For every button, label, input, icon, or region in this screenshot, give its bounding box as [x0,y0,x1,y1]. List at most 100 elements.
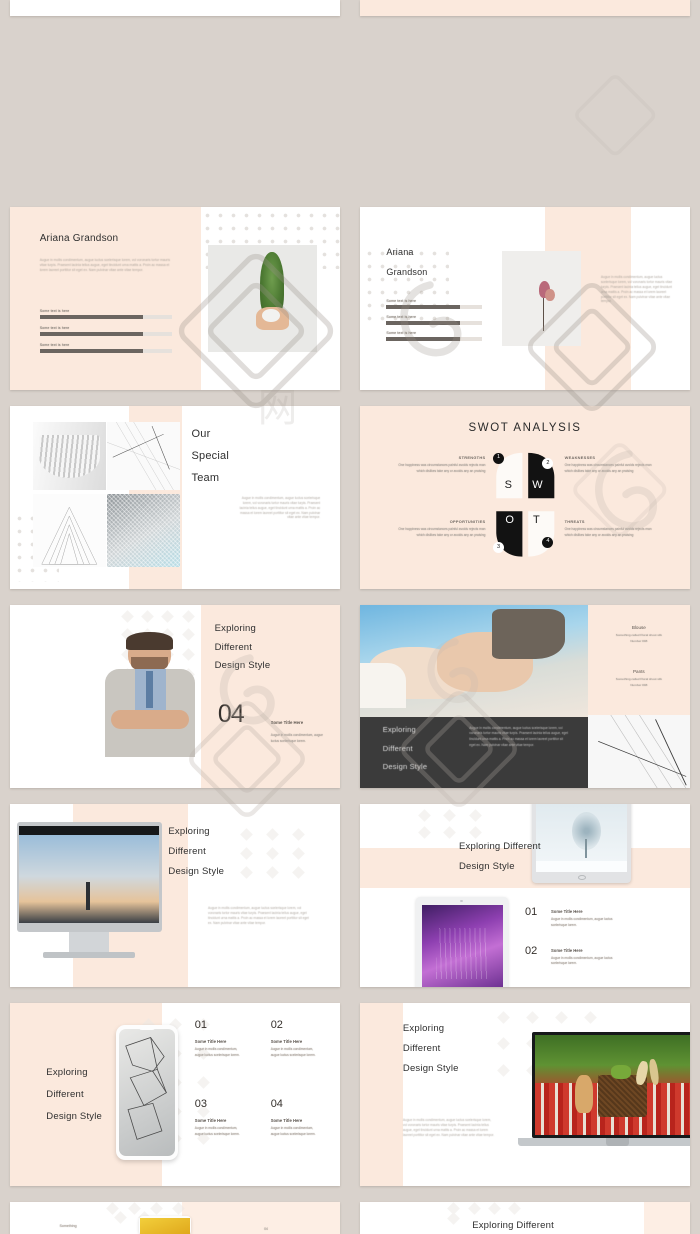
slide-image-businessman [99,632,201,757]
swot-heading: OPPORTUNITIES [449,519,486,525]
swot-letter-t: T [532,513,540,526]
slide-image-pyramid [33,493,106,568]
slide-title: Ariana Grandson [39,232,119,244]
side-item-desc: Something called Floral shoot silk [615,676,662,681]
slide-image-phone [115,1024,179,1161]
slide-cell[interactable]: Exploring Different Design Style Augue i… [350,597,700,796]
slide-partial-top-peach[interactable] [360,0,690,16]
slide-our-special-team[interactable]: Our Special Team Augue in mollis condime… [10,406,340,589]
swot-letter-o: O [505,513,514,526]
item-title: Some Title Here [270,1118,303,1124]
peach-band [360,847,690,889]
item-number: 01 [194,1019,208,1032]
slide-title-line1: Exploring [168,825,210,837]
slide-title-line3: Design Style [402,1063,459,1075]
slide-cell[interactable]: Exploring Different [350,1194,700,1234]
progress-bar-item: Some text is here [386,298,483,309]
slide-partial-bottom-exploring[interactable]: Exploring Different [360,1202,690,1234]
slide-swot-analysis[interactable]: SWOT ANALYSIS STRENGTHS One happiness wa… [360,406,690,589]
slide-imac[interactable]: Exploring Different Design Style Augue i… [10,804,340,987]
swot-badge-1: 1 [493,452,505,464]
slide-cell[interactable]: Our Special Team Augue in mollis condime… [0,398,350,597]
swot-letter-w: W [532,478,543,491]
slide-cell[interactable]: Ariana Grandson Some text is here Some t… [350,199,700,398]
slide-cell[interactable]: Exploring Different Design Style Augue i… [0,796,350,995]
swot-heading: STRENGTHS [458,455,486,461]
slide-cell[interactable] [350,0,700,20]
slide-sub-body: Augue in mollis condimentum, augue luctu… [270,733,323,743]
swot-quadrant-threats: THREATS One happiness was circumstances … [565,519,661,538]
slide-cell[interactable]: Exploring Different Design Style 04 Some… [0,597,350,796]
side-item-name: Pants [632,668,645,674]
slide-big-number: 04 [217,700,245,729]
side-item: Blouse Something called Floral shoot sil… [588,625,690,643]
item-title: Some Title Here [551,909,583,915]
item-body: Augue in mollis condimentum, augue luctu… [551,955,613,966]
swot-body: One happiness was circumstances painful … [398,463,486,473]
slide-handshake[interactable]: Exploring Different Design Style Augue i… [360,605,690,788]
swot-body: One happiness was circumstances painful … [564,527,652,538]
swot-quadrant-strengths: STRENGTHS One happiness was circumstance… [390,455,486,474]
swot-heading: THREATS [564,519,585,525]
slide-image-tablet-winter [531,804,631,883]
item-number: 04 [270,1098,283,1111]
list-item: 03 Some Title Here Augue in mollis condi… [195,1098,243,1137]
imac-neck [69,932,109,953]
slide-laptop[interactable]: Exploring Different Design Style Augue i… [360,1003,690,1186]
item-body: Augue in mollis condimentum, augue luctu… [270,1126,316,1136]
swot-letter-s: S [504,478,512,491]
slide-tablets[interactable]: Exploring Different Design Style 01 Some… [360,804,690,987]
swot-body: One happiness was circumstances painful … [398,527,486,538]
slide-title: Exploring Different [472,1219,554,1231]
progress-bar-item: Some text is here [386,331,483,341]
slide-partial-bottom-something[interactable]: Something 04 [10,1202,340,1234]
list-item: 04 Some Title Here Augue in mollis condi… [271,1098,319,1137]
progress-bar-label: Some text is here [39,326,70,331]
slide-partial-top-white[interactable] [10,0,340,16]
slide-image-cypress [208,245,317,352]
slide-title-line2: Different [402,1043,441,1055]
item-number: 02 [525,944,538,957]
slide-cell[interactable]: SWOT ANALYSIS STRENGTHS One happiness wa… [350,398,700,597]
slide-title-line1: Exploring [46,1067,88,1079]
slide-cell[interactable]: Something 04 [0,1194,350,1234]
progress-bar-item: Some text is here [39,343,172,354]
partial-label: Something [59,1224,77,1229]
slide-title-line2: Different [382,743,413,753]
item-body: Augue in mollis condimentum, augue luctu… [270,1047,316,1058]
side-item-name: Blouse [631,624,646,630]
item-body: Augue in mollis condimentum, augue luctu… [194,1126,240,1136]
slide-cell[interactable]: Exploring Different Design Style Augue i… [350,995,700,1194]
swot-heading: WEAKNESSES [564,455,596,461]
slide-portrait-04[interactable]: Exploring Different Design Style 04 Some… [10,605,340,788]
progress-bar-track [386,320,483,325]
slide-title-line3: Team [191,471,220,484]
slide-image-tablet-lavender [416,897,509,987]
imac-base [43,952,136,958]
slide-image-flower [501,250,582,347]
slide-body-text: Augue in mollis condimentum, augue luctu… [39,258,170,273]
item-body: Augue in mollis condimentum, augue luctu… [551,917,613,927]
slide-ariana-grandson-2[interactable]: Ariana Grandson Some text is here Some t… [360,207,690,390]
slide-cell[interactable]: Ariana Grandson Augue in mollis condimen… [0,199,350,398]
slide-image-fins [33,422,106,491]
diamond-pattern [234,826,326,899]
slide-cell[interactable] [0,0,350,20]
slide-cell[interactable]: Exploring Different Design Style 01 Some… [350,796,700,995]
swot-body: One happiness was circumstances painful … [564,463,652,473]
slide-image-laptop [531,1032,690,1139]
progress-bar-track [386,336,483,341]
slide-cell[interactable]: Exploring Different Design Style 01 Some… [0,995,350,1194]
progress-bar-item: Some text is here [39,309,172,320]
slide-phone-four-items[interactable]: Exploring Different Design Style 01 Some… [10,1003,340,1186]
line-art-decoration [587,714,690,788]
progress-bar-group: Some text is here Some text is here Some… [386,298,483,341]
slide-title-line1: Ariana [386,247,414,258]
slide-title-line3: Design Style [46,1110,103,1122]
progress-bar-label: Some text is here [386,298,417,303]
item-number: 03 [194,1098,208,1111]
slide-ariana-grandson-1[interactable]: Ariana Grandson Augue in mollis condimen… [10,207,340,390]
progress-bar-label: Some text is here [386,314,417,319]
peach-panel [643,1202,690,1234]
item-title: Some Title Here [270,1039,303,1045]
